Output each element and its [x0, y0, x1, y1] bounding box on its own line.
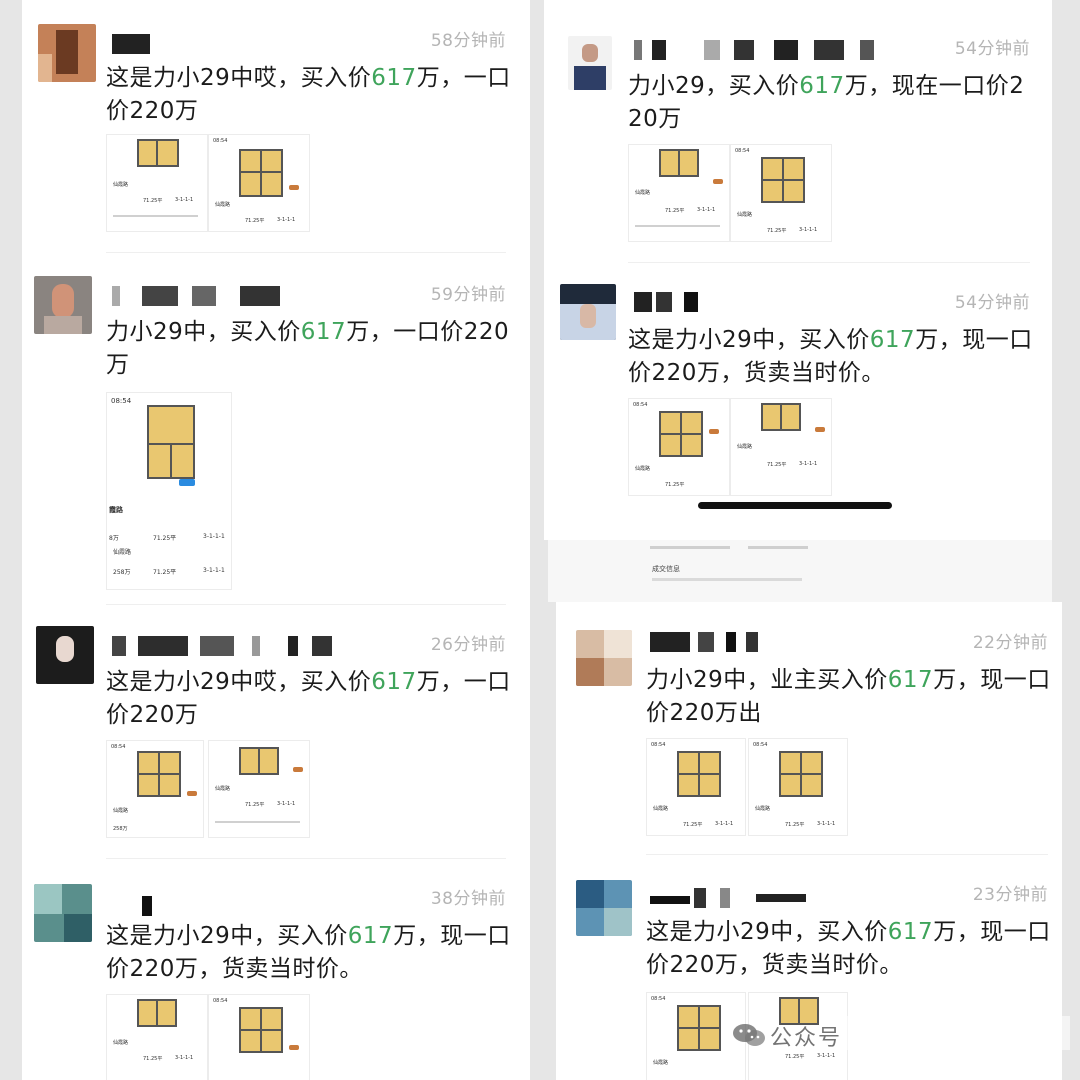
- post-time: 22分钟前: [972, 633, 1048, 653]
- avatar[interactable]: [576, 630, 632, 686]
- list-item[interactable]: 54分钟前 这是力小29中，买入价617万，现一口 价220万，货卖当时价。 0…: [544, 262, 1052, 540]
- floorplan-thumbnail[interactable]: 08:54 仙霞路: [646, 992, 746, 1080]
- right-column-top: 54分钟前 力小29，买入价617万，现在一口价2 20万 仙霞路 71.25平…: [544, 0, 1052, 540]
- left-column: 58分钟前 这是力小29中哎，买入价617万，一口 价220万 仙霞路 71.2…: [22, 0, 530, 1080]
- right-column-bottom: 22分钟前 力小29中，业主买入价617万，现一口 价220万出 08:54 仙…: [556, 602, 1062, 1080]
- floorplan-thumbnail[interactable]: 仙霞路 71.25平 3-1-1-1: [628, 144, 730, 242]
- avatar[interactable]: [38, 24, 96, 82]
- home-indicator: [698, 502, 892, 509]
- post-text: 这是力小29中，买入价617万，现一口 价220万，货卖当时价。: [646, 919, 1051, 978]
- post-time: 23分钟前: [972, 885, 1048, 905]
- watermark-text: 公众号: [770, 1026, 843, 1051]
- list-item[interactable]: 54分钟前 力小29，买入价617万，现在一口价2 20万 仙霞路 71.25平…: [544, 0, 1052, 262]
- list-item[interactable]: 59分钟前 力小29中，买入价617万，一口价220 万 08:54 霞路 8万…: [22, 252, 530, 604]
- avatar[interactable]: [576, 880, 632, 936]
- floorplan-thumbnail[interactable]: 仙霞路 71.25平 3-1-1-1: [730, 398, 832, 496]
- post-text: 这是力小29中哎，买入价617万，一口 价220万: [106, 669, 511, 728]
- username-blurred[interactable]: [112, 636, 352, 658]
- post-text: 这是力小29中，买入价617万，现一口 价220万，货卖当时价。: [106, 923, 511, 982]
- post-time: 26分钟前: [430, 635, 506, 655]
- post-time: 59分钟前: [430, 285, 506, 305]
- list-item[interactable]: 38分钟前 这是力小29中，买入价617万，现一口 价220万，货卖当时价。 仙…: [22, 858, 530, 1080]
- floorplan-screenshot[interactable]: 08:54 霞路 8万 71.25平 3-1-1-1 仙霞路 258万 71.2…: [106, 392, 232, 590]
- post-time: 54分钟前: [954, 39, 1030, 59]
- list-item[interactable]: 58分钟前 这是力小29中哎，买入价617万，一口 价220万 仙霞路 71.2…: [22, 0, 530, 252]
- avatar[interactable]: [560, 284, 616, 340]
- floorplan-thumbnail[interactable]: 08:54 仙霞路 258万: [106, 740, 204, 838]
- floorplan-thumbnail[interactable]: 仙霞路 71.25平 3-1-1-1: [106, 134, 208, 232]
- floorplan-thumbnail[interactable]: 08:54 仙霞路 71.25平: [628, 398, 730, 496]
- post-time: 58分钟前: [430, 31, 506, 51]
- floorplan-thumbnail[interactable]: 08:54 仙霞路 71.25平 3-1-1-1: [730, 144, 832, 242]
- floorplan-thumbnail[interactable]: 仙霞路 71.25平 3-1-1-1: [208, 740, 310, 838]
- floorplan-thumbnail[interactable]: 08:54 仙霞路 71.25平 3-1-1-1: [208, 134, 310, 232]
- watermark-blurred: [840, 1016, 1070, 1050]
- floorplan-thumbnail[interactable]: 仙霞路 71.25平 3-1-1-1: [106, 994, 208, 1080]
- post-time: 54分钟前: [954, 293, 1030, 313]
- username-blurred[interactable]: [142, 896, 172, 918]
- floorplan-thumbnail[interactable]: 08:54 仙霞路 71.25平 3-1-1-1: [748, 738, 848, 836]
- floorplan-thumbnail[interactable]: 08:54: [208, 994, 310, 1080]
- wechat-icon: [733, 1024, 765, 1046]
- avatar[interactable]: [568, 36, 612, 90]
- deal-info-label: 成交信息: [652, 565, 680, 573]
- username-blurred[interactable]: [112, 34, 172, 56]
- avatar[interactable]: [34, 276, 92, 334]
- avatar[interactable]: [34, 884, 92, 942]
- post-text: 这是力小29中哎，买入价617万，一口 价220万: [106, 65, 511, 124]
- post-text: 这是力小29中，买入价617万，现一口 价220万，货卖当时价。: [628, 327, 1033, 386]
- floorplan-thumbnail[interactable]: 08:54 仙霞路 71.25平 3-1-1-1: [646, 738, 746, 836]
- post-text: 力小29，买入价617万，现在一口价2 20万: [628, 73, 1025, 132]
- avatar[interactable]: [36, 626, 94, 684]
- post-time: 38分钟前: [430, 889, 506, 909]
- username-blurred[interactable]: [634, 292, 714, 314]
- overlap-strip: 成交信息: [548, 540, 1052, 602]
- list-item[interactable]: 22分钟前 力小29中，业主买入价617万，现一口 价220万出 08:54 仙…: [556, 602, 1062, 854]
- username-blurred[interactable]: [650, 632, 780, 654]
- post-text: 力小29中，买入价617万，一口价220 万: [106, 319, 510, 378]
- username-blurred[interactable]: [650, 888, 830, 910]
- post-text: 力小29中，业主买入价617万，现一口 价220万出: [646, 667, 1051, 726]
- username-blurred[interactable]: [634, 40, 894, 62]
- username-blurred[interactable]: [112, 286, 312, 308]
- list-item[interactable]: 26分钟前 这是力小29中哎，买入价617万，一口 价220万 08:54 仙霞…: [22, 604, 530, 858]
